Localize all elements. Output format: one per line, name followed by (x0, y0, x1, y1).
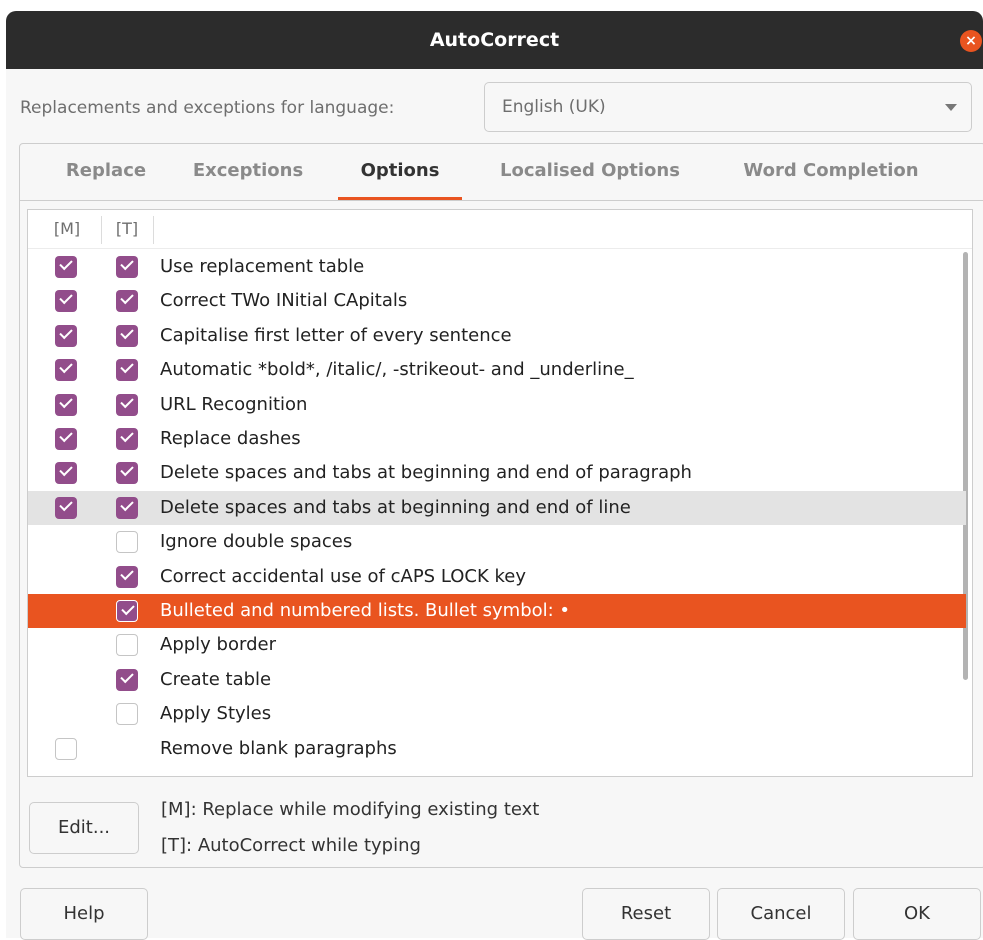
option-label: Correct TWo INitial CApitals (160, 290, 408, 312)
checkbox-t[interactable] (116, 703, 138, 726)
checkbox-m[interactable] (55, 256, 77, 278)
option-row[interactable]: Correct TWo INitial CApitals (28, 284, 966, 318)
checkbox-m[interactable] (55, 737, 77, 760)
checkbox-t[interactable] (116, 359, 138, 382)
option-row[interactable]: Apply Styles (28, 697, 966, 731)
tab-word-completion[interactable]: Word Completion (726, 144, 936, 200)
tab-replace[interactable]: Replace (46, 144, 166, 200)
language-value: English (UK) (502, 97, 606, 117)
tab-localised-options[interactable]: Localised Options (486, 144, 694, 200)
option-row[interactable]: Delete spaces and tabs at beginning and … (28, 456, 966, 490)
checkbox-t[interactable] (116, 531, 138, 554)
title-bar: AutoCorrect × (6, 11, 983, 69)
option-label: Replace dashes (160, 428, 301, 449)
option-label: Apply border (160, 634, 276, 656)
option-label: Delete spaces and tabs at beginning and … (160, 496, 631, 518)
checkbox-t[interactable] (116, 290, 138, 313)
tab-exceptions[interactable]: Exceptions (181, 144, 315, 200)
checkbox-t[interactable] (116, 256, 138, 278)
option-row[interactable]: Bulleted and numbered lists. Bullet symb… (28, 594, 966, 628)
help-button[interactable]: Help (20, 888, 148, 940)
option-label: Delete spaces and tabs at beginning and … (160, 462, 692, 484)
option-row[interactable]: Ignore double spaces (28, 525, 966, 559)
column-header-m[interactable]: [M] (36, 210, 98, 248)
checkbox-m[interactable] (55, 462, 77, 485)
checkbox-t[interactable] (116, 428, 138, 450)
option-row[interactable]: Replace dashes (28, 422, 966, 456)
options-list[interactable]: [M] [T] Use replacement table Correct TWo… (27, 209, 973, 777)
checkbox-m[interactable] (55, 496, 77, 519)
option-label: Apply Styles (160, 703, 272, 725)
option-label: URL Recognition (160, 393, 308, 415)
option-label: Remove blank paragraphs (160, 737, 397, 759)
tab-options[interactable]: Options (338, 144, 462, 200)
option-row[interactable]: Capitalise first letter of every sentenc… (28, 319, 966, 353)
chevron-down-icon (945, 104, 957, 111)
window-title: AutoCorrect (429, 29, 560, 51)
option-row[interactable]: Correct accidental use of cAPS LOCK key (28, 560, 966, 594)
legend-t: [T]: AutoCorrect while typing (161, 835, 421, 856)
checkbox-m[interactable] (55, 428, 77, 450)
checkbox-t[interactable] (116, 462, 138, 485)
option-label: Automatic *bold*, /italic/, -strikeout- … (160, 359, 634, 381)
option-row[interactable]: Remove blank paragraphs (28, 732, 966, 766)
option-row[interactable]: URL Recognition (28, 388, 966, 422)
language-dropdown[interactable]: English (UK) (484, 82, 972, 132)
option-label: Capitalise first letter of every sentenc… (160, 324, 512, 346)
option-label: Create table (160, 668, 272, 690)
checkbox-m[interactable] (55, 359, 77, 382)
close-icon[interactable]: × (960, 30, 982, 52)
checkbox-t[interactable] (116, 565, 138, 588)
option-label: Ignore double spaces (160, 531, 353, 553)
header-divider (28, 248, 972, 249)
checkbox-m[interactable] (55, 324, 77, 347)
language-label: Replacements and exceptions for language… (20, 98, 395, 118)
option-row[interactable]: Delete spaces and tabs at beginning and … (28, 490, 966, 525)
ok-button[interactable]: OK (853, 888, 981, 940)
option-row[interactable]: Create table (28, 663, 966, 697)
checkbox-t[interactable] (116, 634, 138, 657)
option-row[interactable]: Use replacement table (28, 250, 966, 284)
tab-bar: Replace Exceptions Options Localised Opt… (20, 144, 983, 201)
checkbox-m[interactable] (55, 393, 77, 416)
header-divider (153, 216, 154, 244)
option-label: Correct accidental use of cAPS LOCK key (160, 565, 526, 587)
option-row[interactable]: Automatic *bold*, /italic/, -strikeout- … (28, 353, 966, 387)
option-label: Use replacement table (160, 256, 365, 277)
checkbox-t[interactable] (116, 668, 138, 691)
option-row[interactable]: Apply border (28, 628, 966, 662)
column-header-t[interactable]: [T] (102, 210, 152, 248)
option-label: Bulleted and numbered lists. Bullet symb… (160, 600, 571, 621)
cancel-button[interactable]: Cancel (717, 888, 845, 940)
checkbox-t[interactable] (116, 393, 138, 416)
checkbox-t[interactable] (116, 496, 138, 519)
legend-m: [M]: Replace while modifying existing te… (161, 799, 540, 820)
reset-button[interactable]: Reset (582, 888, 710, 940)
checkbox-t[interactable] (116, 324, 138, 347)
edit-button[interactable]: Edit... (29, 802, 139, 854)
checkbox-t[interactable] (116, 600, 138, 622)
checkbox-m[interactable] (55, 290, 77, 313)
